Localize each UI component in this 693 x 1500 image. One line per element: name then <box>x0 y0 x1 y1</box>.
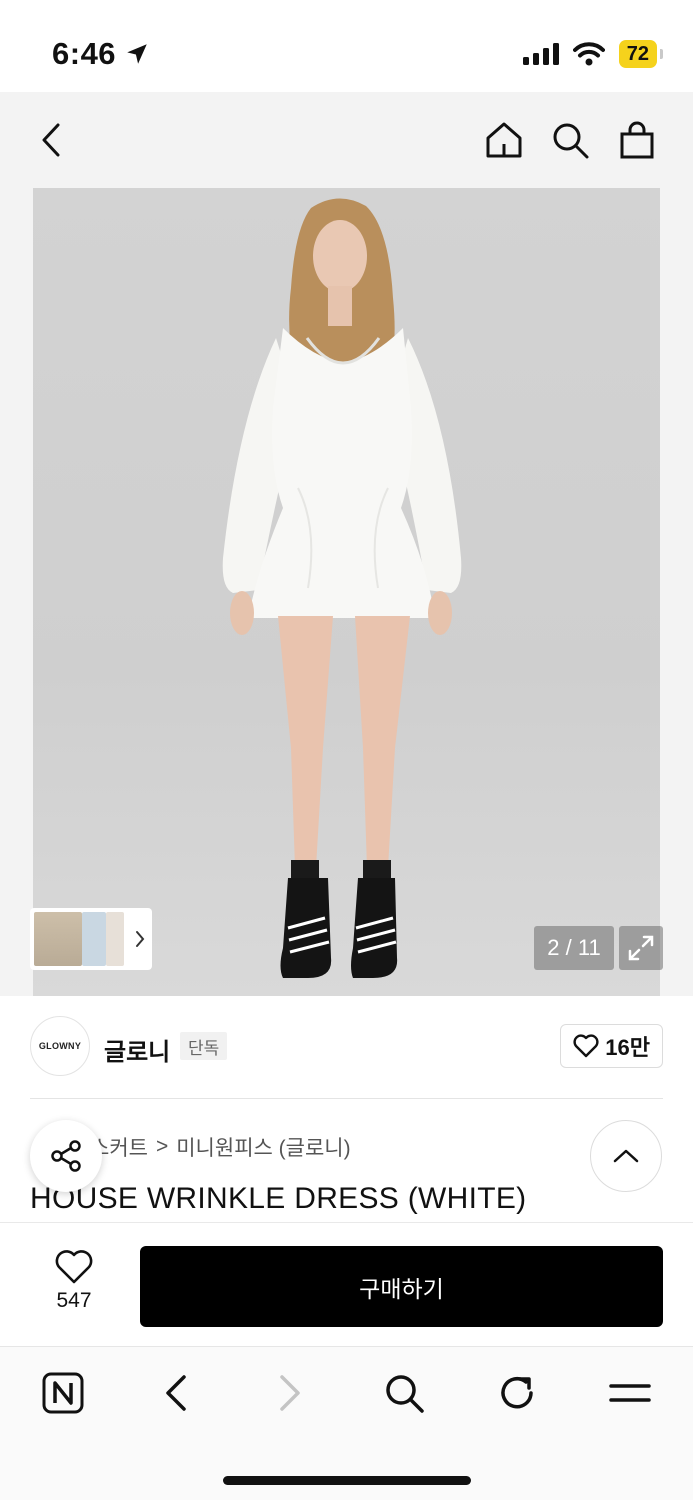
share-button[interactable] <box>30 1120 102 1192</box>
thumbnail-2[interactable] <box>82 912 106 966</box>
brand-name[interactable]: 글로니 <box>104 1032 170 1067</box>
brand-logo[interactable]: GLOWNY <box>30 1016 90 1076</box>
status-bar: 6:46 72 <box>0 0 693 92</box>
clock: 6:46 <box>52 36 117 71</box>
back-button[interactable] <box>30 118 74 162</box>
location-arrow-icon <box>127 44 147 64</box>
status-icons: 72 <box>522 40 664 68</box>
menu-icon <box>609 1384 651 1402</box>
scroll-top-button[interactable] <box>590 1120 662 1192</box>
divider <box>30 1098 663 1099</box>
chevron-right-icon[interactable] <box>134 929 146 949</box>
breadcrumb: 스커트 > 미니원피스 (글로니) <box>90 1132 351 1162</box>
arrow-forward-icon <box>280 1375 300 1411</box>
reload-button[interactable] <box>493 1369 541 1417</box>
chevron-left-icon <box>42 123 60 157</box>
home-icon <box>486 122 522 158</box>
image-counter: 2 / 11 <box>534 926 614 970</box>
share-icon <box>51 1140 81 1172</box>
browser-search-button[interactable] <box>380 1369 428 1417</box>
fullscreen-button[interactable] <box>619 926 663 970</box>
breadcrumb-item[interactable]: 미니원피스 (글로니) <box>176 1132 350 1162</box>
wishlist-count: 547 <box>56 1289 92 1312</box>
naver-home-button[interactable] <box>39 1369 87 1417</box>
cellular-signal-icon <box>522 43 559 65</box>
status-time: 6:46 <box>52 36 150 72</box>
shopping-bag-icon <box>620 121 654 159</box>
buy-button[interactable]: 구매하기 <box>140 1246 663 1327</box>
naver-n-icon <box>42 1372 84 1414</box>
product-image[interactable] <box>33 188 660 996</box>
product-title: HOUSE WRINKLE DRESS (WHITE) <box>30 1182 527 1215</box>
thumbnail-1[interactable] <box>34 912 82 966</box>
exclusive-badge: 단독 <box>180 1032 228 1060</box>
menu-button[interactable] <box>606 1369 654 1417</box>
heart-icon <box>55 1250 93 1284</box>
wishlist-button[interactable]: 547 <box>38 1249 110 1313</box>
cart-button[interactable] <box>615 118 659 162</box>
search-button[interactable] <box>548 118 592 162</box>
thumbnail-3[interactable] <box>106 912 124 966</box>
heart-icon <box>573 1034 599 1058</box>
brand-like-button[interactable]: 16만 <box>560 1024 663 1068</box>
search-icon <box>386 1375 424 1413</box>
brand-like-count: 16만 <box>605 1035 650 1060</box>
top-navigation <box>0 92 693 188</box>
purchase-bar: 547 구매하기 <box>0 1222 693 1346</box>
chevron-up-icon <box>613 1149 639 1163</box>
home-button[interactable] <box>482 118 526 162</box>
model-photo <box>222 198 462 978</box>
browser-back-button[interactable] <box>152 1369 200 1417</box>
expand-icon <box>628 935 654 961</box>
home-indicator <box>223 1476 471 1485</box>
battery-indicator: 72 <box>618 40 664 68</box>
reload-icon <box>501 1376 533 1409</box>
thumbnail-strip[interactable] <box>30 908 152 970</box>
arrow-back-icon <box>166 1375 186 1411</box>
wifi-icon <box>572 42 605 66</box>
search-icon <box>553 123 589 159</box>
browser-forward-button[interactable] <box>266 1369 314 1417</box>
brand-row: GLOWNY 글로니 단독 16만 <box>30 1016 663 1078</box>
breadcrumb-separator: > <box>155 1135 169 1158</box>
